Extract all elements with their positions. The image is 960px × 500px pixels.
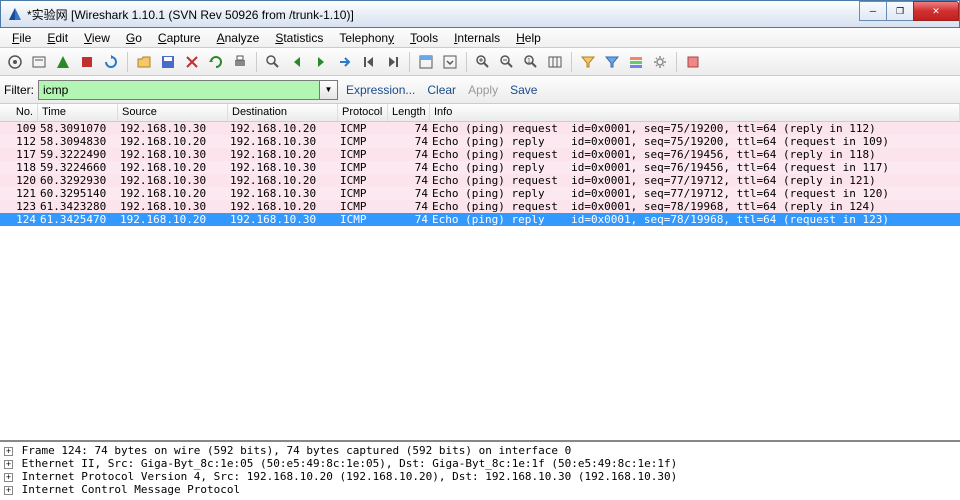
menu-view[interactable]: View: [76, 29, 118, 47]
packet-row[interactable]: 11859.3224660192.168.10.20192.168.10.30I…: [0, 161, 960, 174]
menu-go[interactable]: Go: [118, 29, 150, 47]
filter-label: Filter:: [4, 83, 34, 97]
last-icon[interactable]: [382, 51, 404, 73]
menu-tools[interactable]: Tools: [402, 29, 446, 47]
interfaces-icon[interactable]: [4, 51, 26, 73]
goto-icon[interactable]: [334, 51, 356, 73]
col-no[interactable]: No.: [0, 104, 38, 121]
filter-clear[interactable]: Clear: [423, 83, 460, 97]
toolbar-separator: [127, 52, 128, 72]
col-info[interactable]: Info: [430, 104, 960, 121]
svg-text:1: 1: [527, 58, 531, 65]
reload-icon[interactable]: [205, 51, 227, 73]
packet-row[interactable]: 12461.3425470192.168.10.20192.168.10.30I…: [0, 213, 960, 226]
menu-capture[interactable]: Capture: [150, 29, 209, 47]
detail-item[interactable]: + Internet Protocol Version 4, Src: 192.…: [0, 470, 960, 483]
options-icon[interactable]: [28, 51, 50, 73]
close-button[interactable]: ✕: [913, 1, 959, 21]
expand-icon[interactable]: +: [4, 486, 13, 495]
app-icon: [7, 6, 23, 22]
help-icon[interactable]: [682, 51, 704, 73]
menu-help[interactable]: Help: [508, 29, 549, 47]
capture-filter-icon[interactable]: [577, 51, 599, 73]
expand-icon[interactable]: +: [4, 447, 13, 456]
autoscroll-icon[interactable]: [439, 51, 461, 73]
menu-file[interactable]: File: [4, 29, 39, 47]
first-icon[interactable]: [358, 51, 380, 73]
restart-icon[interactable]: [100, 51, 122, 73]
col-length[interactable]: Length: [388, 104, 430, 121]
packet-row[interactable]: 12361.3423280192.168.10.30192.168.10.20I…: [0, 200, 960, 213]
preferences-icon[interactable]: [649, 51, 671, 73]
packet-details[interactable]: + Frame 124: 74 bytes on wire (592 bits)…: [0, 440, 960, 500]
toolbar-separator: [571, 52, 572, 72]
filter-apply[interactable]: Apply: [464, 83, 502, 97]
print-icon[interactable]: [229, 51, 251, 73]
col-source[interactable]: Source: [118, 104, 228, 121]
packet-row[interactable]: 12160.3295140192.168.10.20192.168.10.30I…: [0, 187, 960, 200]
expand-icon[interactable]: +: [4, 473, 13, 482]
toolbar-separator: [256, 52, 257, 72]
window-title: *实验网 [Wireshark 1.10.1 (SVN Rev 50926 fr…: [27, 6, 959, 23]
zoom-out-icon[interactable]: [496, 51, 518, 73]
packet-row[interactable]: 10958.3091070192.168.10.30192.168.10.20I…: [0, 122, 960, 135]
col-time[interactable]: Time: [38, 104, 118, 121]
colorize-icon[interactable]: [415, 51, 437, 73]
window-controls: ─ ❐ ✕: [860, 1, 959, 21]
coloring-rules-icon[interactable]: [625, 51, 647, 73]
filter-dropdown[interactable]: ▼: [320, 80, 338, 100]
save-icon[interactable]: [157, 51, 179, 73]
menu-analyze[interactable]: Analyze: [209, 29, 268, 47]
menu-edit[interactable]: Edit: [39, 29, 76, 47]
resize-columns-icon[interactable]: [544, 51, 566, 73]
detail-item[interactable]: + Internet Control Message Protocol: [0, 483, 960, 496]
filter-input[interactable]: [38, 80, 320, 100]
menu-telephony[interactable]: Telephony: [331, 29, 402, 47]
detail-item[interactable]: + Frame 124: 74 bytes on wire (592 bits)…: [0, 444, 960, 457]
packet-list[interactable]: No. Time Source Destination Protocol Len…: [0, 104, 960, 440]
packet-list-header: No. Time Source Destination Protocol Len…: [0, 104, 960, 122]
expand-icon[interactable]: +: [4, 460, 13, 469]
menu-internals[interactable]: Internals: [446, 29, 508, 47]
find-icon[interactable]: [262, 51, 284, 73]
packet-row[interactable]: 11759.3222490192.168.10.30192.168.10.20I…: [0, 148, 960, 161]
display-filter-icon[interactable]: [601, 51, 623, 73]
filter-toolbar: Filter: ▼ Expression... Clear Apply Save: [0, 76, 960, 104]
filter-save[interactable]: Save: [506, 83, 541, 97]
zoom-in-icon[interactable]: [472, 51, 494, 73]
open-icon[interactable]: [133, 51, 155, 73]
toolbar: 1: [0, 48, 960, 76]
close-file-icon[interactable]: [181, 51, 203, 73]
minimize-button[interactable]: ─: [859, 1, 887, 21]
zoom-reset-icon[interactable]: 1: [520, 51, 542, 73]
filter-expression[interactable]: Expression...: [342, 83, 419, 97]
titlebar: *实验网 [Wireshark 1.10.1 (SVN Rev 50926 fr…: [0, 0, 960, 28]
toolbar-separator: [466, 52, 467, 72]
start-icon[interactable]: [52, 51, 74, 73]
back-icon[interactable]: [286, 51, 308, 73]
detail-item[interactable]: + Ethernet II, Src: Giga-Byt_8c:1e:05 (5…: [0, 457, 960, 470]
col-protocol[interactable]: Protocol: [338, 104, 388, 121]
toolbar-separator: [676, 52, 677, 72]
forward-icon[interactable]: [310, 51, 332, 73]
maximize-button[interactable]: ❐: [886, 1, 914, 21]
menu-statistics[interactable]: Statistics: [267, 29, 331, 47]
toolbar-separator: [409, 52, 410, 72]
menubar: File Edit View Go Capture Analyze Statis…: [0, 28, 960, 48]
col-destination[interactable]: Destination: [228, 104, 338, 121]
stop-icon[interactable]: [76, 51, 98, 73]
packet-row[interactable]: 11258.3094830192.168.10.20192.168.10.30I…: [0, 135, 960, 148]
packet-row[interactable]: 12060.3292930192.168.10.30192.168.10.20I…: [0, 174, 960, 187]
